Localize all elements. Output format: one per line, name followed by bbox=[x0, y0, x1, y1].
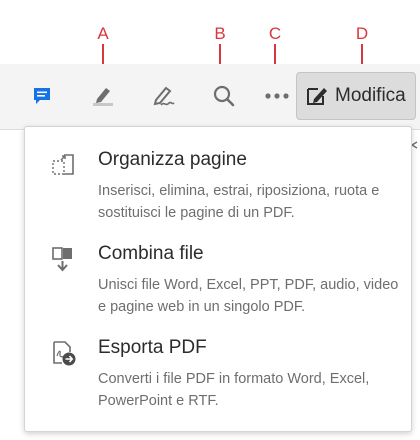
callout-label-c: C bbox=[268, 24, 282, 43]
edit-dropdown-panel: Organizza pagine Inserisci, elimina, est… bbox=[24, 126, 412, 432]
callout-label-d: D bbox=[355, 24, 369, 43]
edit-modifica-label: Modifica bbox=[335, 85, 406, 106]
more-options-button[interactable] bbox=[259, 78, 295, 114]
menu-item-description: Inserisci, elimina, estrai, riposiziona,… bbox=[98, 183, 380, 221]
edit-icon bbox=[307, 88, 327, 105]
callout-line-a-stem bbox=[102, 44, 104, 64]
callout-label-a: A bbox=[97, 24, 109, 43]
search-icon bbox=[213, 85, 235, 107]
highlight-tool-button[interactable] bbox=[84, 78, 120, 114]
comment-tool-button[interactable] bbox=[24, 78, 60, 114]
combine-files-icon bbox=[52, 247, 72, 272]
pen-draw-icon bbox=[153, 86, 175, 106]
draw-tool-button[interactable] bbox=[145, 78, 181, 114]
search-button[interactable] bbox=[206, 78, 242, 114]
menu-item-combine-files[interactable]: Combina file Unisci file Word, Excel, PP… bbox=[25, 243, 411, 333]
menu-item-organize-pages[interactable]: Organizza pagine Inserisci, elimina, est… bbox=[25, 149, 411, 239]
menu-item-title: Organizza pagine bbox=[98, 149, 247, 170]
toolbar: Modifica bbox=[0, 64, 420, 130]
menu-item-description: Unisci file Word, Excel, PPT, PDF, audio… bbox=[98, 277, 399, 315]
menu-item-export-pdf[interactable]: Esporta PDF Converti i file PDF in forma… bbox=[25, 337, 411, 427]
menu-item-description: Converti i file PDF in formato Word, Exc… bbox=[98, 371, 370, 409]
menu-item-title: Esporta PDF bbox=[98, 337, 207, 358]
edit-modifica-button[interactable]: Modifica bbox=[296, 72, 416, 120]
ellipsis-icon bbox=[265, 93, 289, 99]
highlighter-icon bbox=[93, 88, 113, 106]
export-pdf-icon bbox=[53, 341, 76, 366]
comment-icon bbox=[34, 88, 50, 104]
menu-item-title: Combina file bbox=[98, 243, 204, 264]
organize-pages-icon bbox=[52, 154, 74, 175]
callout-label-b: B bbox=[214, 24, 226, 43]
